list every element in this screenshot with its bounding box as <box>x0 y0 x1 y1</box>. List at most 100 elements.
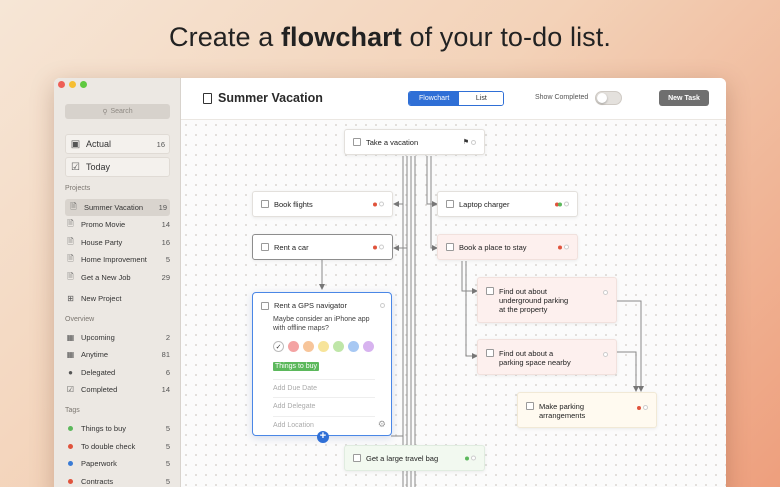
new-task-button[interactable]: New Task <box>659 90 709 106</box>
swatch-purple[interactable] <box>363 341 374 352</box>
document-icon: 🗎 <box>67 253 74 263</box>
swatch-green[interactable] <box>333 341 344 352</box>
project-label: House Party <box>81 238 123 247</box>
tag-dot-icon <box>373 202 377 206</box>
sidebar-item-actual[interactable]: ▣ Actual 16 <box>65 134 170 154</box>
tag-dot-icon <box>558 202 562 206</box>
task-checkbox[interactable] <box>261 243 269 251</box>
task-checkbox[interactable] <box>486 349 494 357</box>
task-meta <box>373 244 384 250</box>
tag-dot-icon <box>558 245 562 249</box>
page-title: Summer Vacation <box>203 91 323 105</box>
sidebar-item-completed[interactable]: ☑ Completed 14 <box>65 381 170 398</box>
flag-icon: ⚑ <box>462 139 469 146</box>
swatch-yellow[interactable] <box>318 341 329 352</box>
sidebar-item-today[interactable]: ☑ Today <box>65 157 170 177</box>
overview-label: Delegated <box>81 368 116 377</box>
swatch-white-selected[interactable]: ✓ <box>273 341 284 352</box>
task-title-line: underground parking <box>499 296 569 305</box>
task-get-a-large-travel-bag[interactable]: Get a large travel bag <box>344 445 485 471</box>
toolbar: Summer Vacation Flowchart List Show Comp… <box>181 78 726 120</box>
task-parking-space-nearby[interactable]: Find out about a parking space nearby <box>477 339 617 375</box>
task-take-a-vacation[interactable]: Take a vacation ⚑ <box>344 129 485 155</box>
task-checkbox[interactable] <box>526 402 534 410</box>
project-label: Home Improvement <box>81 255 147 264</box>
tag-label: Paperwork <box>81 459 117 468</box>
task-book-a-place-to-stay[interactable]: Book a place to stay <box>437 234 578 260</box>
swatch-blue[interactable] <box>348 341 359 352</box>
sidebar-item-upcoming[interactable]: ▦ Upcoming 2 <box>65 329 170 346</box>
sidebar-project-get-a-new-job[interactable]: 🗎 Get a New Job 29 <box>65 269 170 286</box>
sidebar-project-home-improvement[interactable]: 🗎 Home Improvement 5 <box>65 251 170 268</box>
document-icon: 🗎 <box>67 271 74 281</box>
task-title-line: at the property <box>499 305 548 314</box>
task-checkbox[interactable] <box>446 200 454 208</box>
calendar-icon: ▦ <box>66 333 75 342</box>
editor-title-row: Rent a GPS navigator <box>261 301 347 310</box>
task-checkbox[interactable] <box>261 301 269 310</box>
status-circle-icon <box>379 201 384 207</box>
status-circle-icon <box>643 405 648 410</box>
sidebar-tag-to-double-check[interactable]: To double check 5 <box>65 438 170 455</box>
tab-flowchart[interactable]: Flowchart <box>409 92 460 105</box>
location-field[interactable]: Add Location <box>273 416 375 429</box>
tag-dot-icon <box>373 245 377 249</box>
task-title: Make parking arrangements <box>539 402 585 420</box>
sidebar-tag-paperwork[interactable]: Paperwork 5 <box>65 455 170 472</box>
sidebar-project-promo-movie[interactable]: 🗎 Promo Movie 14 <box>65 216 170 233</box>
add-subtask-button[interactable]: + <box>317 431 329 443</box>
swatch-red[interactable] <box>288 341 299 352</box>
sidebar-project-summer-vacation[interactable]: 🗎 Summer Vacation 19 <box>65 199 170 216</box>
task-checkbox[interactable] <box>446 243 454 251</box>
delegate-field[interactable]: Add Delegate <box>273 397 375 410</box>
color-swatches: ✓ <box>273 341 374 352</box>
sidebar-tag-things-to-buy[interactable]: Things to buy 5 <box>65 420 170 437</box>
grid-calendar-icon: ▦ <box>66 350 75 359</box>
person-icon: ● <box>68 368 73 377</box>
tags-heading: Tags <box>65 407 80 414</box>
tab-list[interactable]: List <box>459 92 504 105</box>
sidebar-item-label: Actual <box>86 139 112 149</box>
sidebar-item-delegated[interactable]: ● Delegated 6 <box>65 364 170 381</box>
project-label: Get a New Job <box>81 273 131 282</box>
tag-label: To double check <box>81 442 136 451</box>
task-checkbox[interactable] <box>353 138 361 146</box>
headline-post: of your to-do list. <box>401 22 611 52</box>
task-underground-parking[interactable]: Find out about underground parking at th… <box>477 277 617 323</box>
view-switcher: Flowchart List <box>408 91 505 106</box>
overview-label: Anytime <box>81 350 109 359</box>
tag-count: 5 <box>165 477 170 486</box>
gear-icon[interactable]: ⚙ <box>378 419 386 430</box>
tag-chip[interactable]: Things to buy <box>273 362 320 371</box>
sidebar-item-label: Today <box>86 162 111 172</box>
sidebar-tag-contracts[interactable]: Contracts 5 <box>65 473 170 487</box>
document-icon <box>203 92 212 104</box>
sidebar-project-house-party[interactable]: 🗎 House Party 16 <box>65 234 170 251</box>
task-make-parking-arrangements[interactable]: Make parking arrangements <box>517 392 657 428</box>
task-checkbox[interactable] <box>353 454 361 462</box>
task-title: Find out about underground parking at th… <box>499 287 568 314</box>
status-circle-icon <box>379 244 384 250</box>
task-checkbox[interactable] <box>261 200 269 208</box>
new-project-label: New Project <box>81 294 122 303</box>
close-window-button[interactable] <box>58 81 65 88</box>
task-editor-card[interactable]: Rent a GPS navigator Maybe consider an i… <box>252 292 392 443</box>
show-completed-toggle[interactable] <box>595 91 622 105</box>
task-rent-a-car[interactable]: Rent a car <box>252 234 393 260</box>
task-book-flights[interactable]: Book flights <box>252 191 393 217</box>
task-checkbox[interactable] <box>486 287 494 295</box>
flowchart-canvas[interactable]: Take a vacation ⚑ Book flights Laptop ch… <box>181 120 726 487</box>
minimize-window-button[interactable] <box>69 81 76 88</box>
sidebar-item-anytime[interactable]: ▦ Anytime 81 <box>65 346 170 363</box>
new-project-button[interactable]: ⊞ New Project <box>65 290 170 307</box>
show-completed-label: Show Completed <box>535 94 589 101</box>
task-meta <box>603 352 608 357</box>
due-date-field[interactable]: Add Due Date <box>273 379 375 392</box>
task-title: Book a place to stay <box>459 242 527 252</box>
task-laptop-charger[interactable]: Laptop charger <box>437 191 578 217</box>
swatch-orange[interactable] <box>303 341 314 352</box>
editor-note[interactable]: Maybe consider an iPhone app with offlin… <box>273 315 383 333</box>
editor-task-title[interactable]: Rent a GPS navigator <box>274 301 347 310</box>
search-input[interactable]: ⚲ Search <box>65 104 170 119</box>
zoom-window-button[interactable] <box>80 81 87 88</box>
